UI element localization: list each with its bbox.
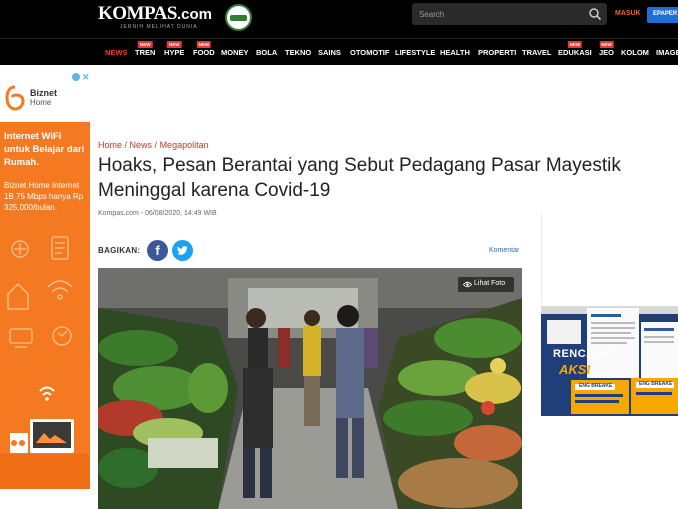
breadcrumb-news[interactable]: News: [130, 140, 153, 150]
nav-item-sains[interactable]: SAINS: [318, 48, 341, 57]
twitter-icon: [177, 246, 188, 255]
eye-icon: [463, 281, 472, 288]
nav-item-tekno[interactable]: TEKNO: [285, 48, 311, 57]
login-link[interactable]: MASUK: [615, 10, 641, 17]
breadcrumb-megapolitan[interactable]: Megapolitan: [160, 140, 209, 150]
nav-item-food[interactable]: FOOD NEW: [193, 41, 215, 57]
nav-item-otomotif[interactable]: OTOMOTIF: [350, 48, 389, 57]
article-meta: Kompas.com - 06/08/2020, 14:49 WIB: [98, 210, 217, 217]
nav-item-label: HYPE: [164, 48, 185, 57]
ad-right-line2: AKSI: [559, 362, 591, 377]
nav-item-bola[interactable]: BOLA: [256, 48, 277, 57]
nav-item-money[interactable]: MONEY: [221, 48, 249, 57]
facebook-icon: f: [155, 243, 160, 258]
ad-headline: Internet WiFi untuk Belajar dari Rumah.: [4, 131, 85, 168]
nav-item-kolom[interactable]: KOLOM: [621, 48, 649, 57]
nav-item-label: SAINS: [318, 48, 341, 57]
nav-item-label: FOOD: [193, 48, 215, 57]
article-title: Hoaks, Pesan Berantai yang Sebut Pedagan…: [98, 155, 621, 201]
nav-item-label: TRAVEL: [522, 48, 552, 57]
top-header: KOMPAS.com JERNIH MELIHAT DUNIA MASUK EP…: [0, 0, 678, 38]
view-photo-button[interactable]: Lihat Foto: [458, 277, 514, 292]
breadcrumb-home[interactable]: Home: [98, 140, 122, 150]
facebook-share-button[interactable]: f: [147, 240, 168, 261]
nav-item-label: PROPERTI: [478, 48, 517, 57]
nav-item-image[interactable]: IMAGE: [656, 48, 678, 57]
ad-right-line1: RENCANA: [553, 348, 612, 360]
epaper-button[interactable]: EPAPER: [647, 7, 678, 23]
nav-item-label: OTOMOTIF: [350, 48, 390, 57]
ad-right-tag1: ENG BREAKE: [579, 383, 613, 389]
nav-item-label: LIFESTYLE: [395, 48, 436, 57]
nav-item-label: KOLOM: [621, 48, 649, 57]
ad-right-tag2: ENG BREAKE: [639, 381, 673, 387]
logo-tagline: JERNIH MELIHAT DUNIA: [120, 24, 198, 30]
nav-item-label: TREN: [135, 48, 156, 57]
left-ad-banner[interactable]: ✕ Biznet Home Internet WiFi untuk Belaja…: [0, 72, 90, 509]
nav-item-hype[interactable]: HYPE NEW: [164, 41, 185, 57]
nav-item-label: HEALTH: [440, 48, 470, 57]
biznet-logo-icon: [5, 85, 25, 111]
breadcrumb: Home / News / Megapolitan: [98, 140, 209, 150]
nav-item-label: BOLA: [256, 48, 278, 57]
new-badge: NEW: [137, 41, 153, 48]
nav-item-label: TEKNO: [285, 48, 312, 57]
nav-item-travel[interactable]: TRAVEL: [522, 48, 551, 57]
twitter-share-button[interactable]: [172, 240, 193, 261]
sidebar-divider: [541, 212, 542, 305]
ad-brand: Biznet: [30, 88, 57, 98]
nav-item-jeo[interactable]: JEO NEW: [599, 41, 615, 57]
comment-link[interactable]: Komentar: [489, 247, 519, 254]
nav-item-lifestyle[interactable]: LIFESTYLE: [395, 48, 435, 57]
nav-item-news[interactable]: NEWS: [105, 48, 128, 57]
ad-body-panel: Internet WiFi untuk Belajar dari Rumah. …: [0, 122, 90, 489]
new-badge: NEW: [567, 41, 583, 48]
nav-item-label: JEO: [599, 48, 615, 57]
new-badge: NEW: [196, 41, 212, 48]
nav-item-label: IMAGE: [656, 48, 678, 57]
new-badge: NEW: [166, 41, 182, 48]
nav-item-label: MONEY: [221, 48, 249, 57]
ad-illustration: [0, 236, 90, 489]
ad-close-icon[interactable]: ✕: [82, 72, 90, 83]
nav-item-tren[interactable]: TREN NEW: [135, 41, 156, 57]
award-badge-icon: [225, 4, 252, 31]
nav-item-label: EDUKASI: [558, 48, 592, 57]
view-photo-label: Lihat Foto: [474, 280, 506, 287]
share-label: BAGIKAN:: [98, 246, 141, 255]
ad-description: Biznet Home Internet 1B 75 Mbps hanya Rp…: [4, 181, 84, 212]
search-box: [412, 3, 607, 25]
main-nav: NEWS TREN NEW HYPE NEW FOOD NEW MONEY BOLA TEKNO S…: [0, 38, 678, 65]
nav-item-properti[interactable]: PROPERTI: [478, 48, 516, 57]
right-ad-banner[interactable]: RENCANA AKSI ENG BREAKE ENG BREAKE: [541, 306, 678, 416]
ad-choices-icon[interactable]: [72, 73, 80, 81]
article-photo[interactable]: [98, 268, 522, 509]
nav-item-health[interactable]: HEALTH: [440, 48, 470, 57]
market-photo-illustration: [98, 268, 522, 509]
right-ad-illustration: [541, 306, 678, 416]
nav-item-label: NEWS: [105, 48, 128, 57]
search-input[interactable]: [412, 3, 582, 25]
new-badge: NEW: [599, 41, 614, 48]
nav-item-edukasi[interactable]: EDUKASI NEW: [558, 41, 592, 57]
ad-brand-sub: Home: [30, 98, 52, 107]
kompas-logo[interactable]: KOMPAS.com: [98, 3, 212, 25]
search-icon[interactable]: [588, 7, 602, 21]
